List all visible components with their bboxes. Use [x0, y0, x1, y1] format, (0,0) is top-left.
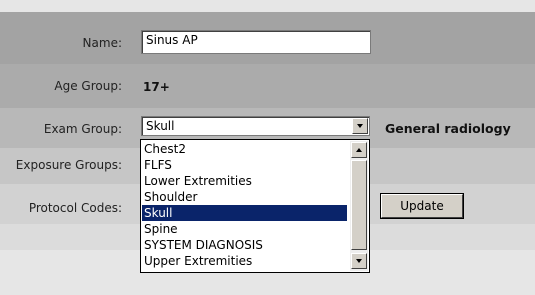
- list-item[interactable]: SYSTEM DIAGNOSIS: [142, 237, 347, 253]
- list-item[interactable]: Spine: [142, 221, 347, 237]
- list-item[interactable]: FLFS: [142, 157, 347, 173]
- exam-group-select[interactable]: Skull: [141, 116, 370, 136]
- age-group-label: Age Group:: [54, 79, 122, 93]
- name-label: Name:: [82, 36, 122, 50]
- list-item[interactable]: Chest2: [142, 141, 347, 157]
- exam-group-dropdown-list[interactable]: Chest2 FLFS Lower Extremities Shoulder S…: [140, 139, 370, 273]
- list-item[interactable]: Shoulder: [142, 189, 347, 205]
- scroll-down-button[interactable]: [351, 253, 367, 269]
- exam-group-selected: Skull: [146, 119, 175, 133]
- protocol-codes-label: Protocol Codes:: [28, 201, 122, 215]
- age-group-value: 17+: [143, 80, 170, 94]
- top-strip: [0, 0, 535, 12]
- chevron-down-icon: [357, 124, 363, 128]
- scroll-thumb[interactable]: [351, 160, 367, 250]
- chevron-up-icon: [356, 148, 362, 152]
- exam-group-label: Exam Group:: [43, 122, 122, 136]
- exposure-groups-label: Exposure Groups:: [15, 158, 122, 172]
- scroll-up-button[interactable]: [351, 142, 367, 158]
- name-field[interactable]: Sinus AP: [141, 30, 371, 54]
- list-item-selected[interactable]: Skull: [142, 205, 347, 221]
- list-item[interactable]: Upper Extremities: [142, 253, 347, 269]
- dropdown-scrollbar[interactable]: [350, 141, 368, 271]
- exam-group-dropdown-button[interactable]: [352, 118, 368, 134]
- update-button[interactable]: Update: [380, 193, 464, 219]
- list-item[interactable]: Lower Extremities: [142, 173, 347, 189]
- chevron-down-icon: [356, 259, 362, 263]
- exam-group-category: General radiology: [385, 121, 511, 136]
